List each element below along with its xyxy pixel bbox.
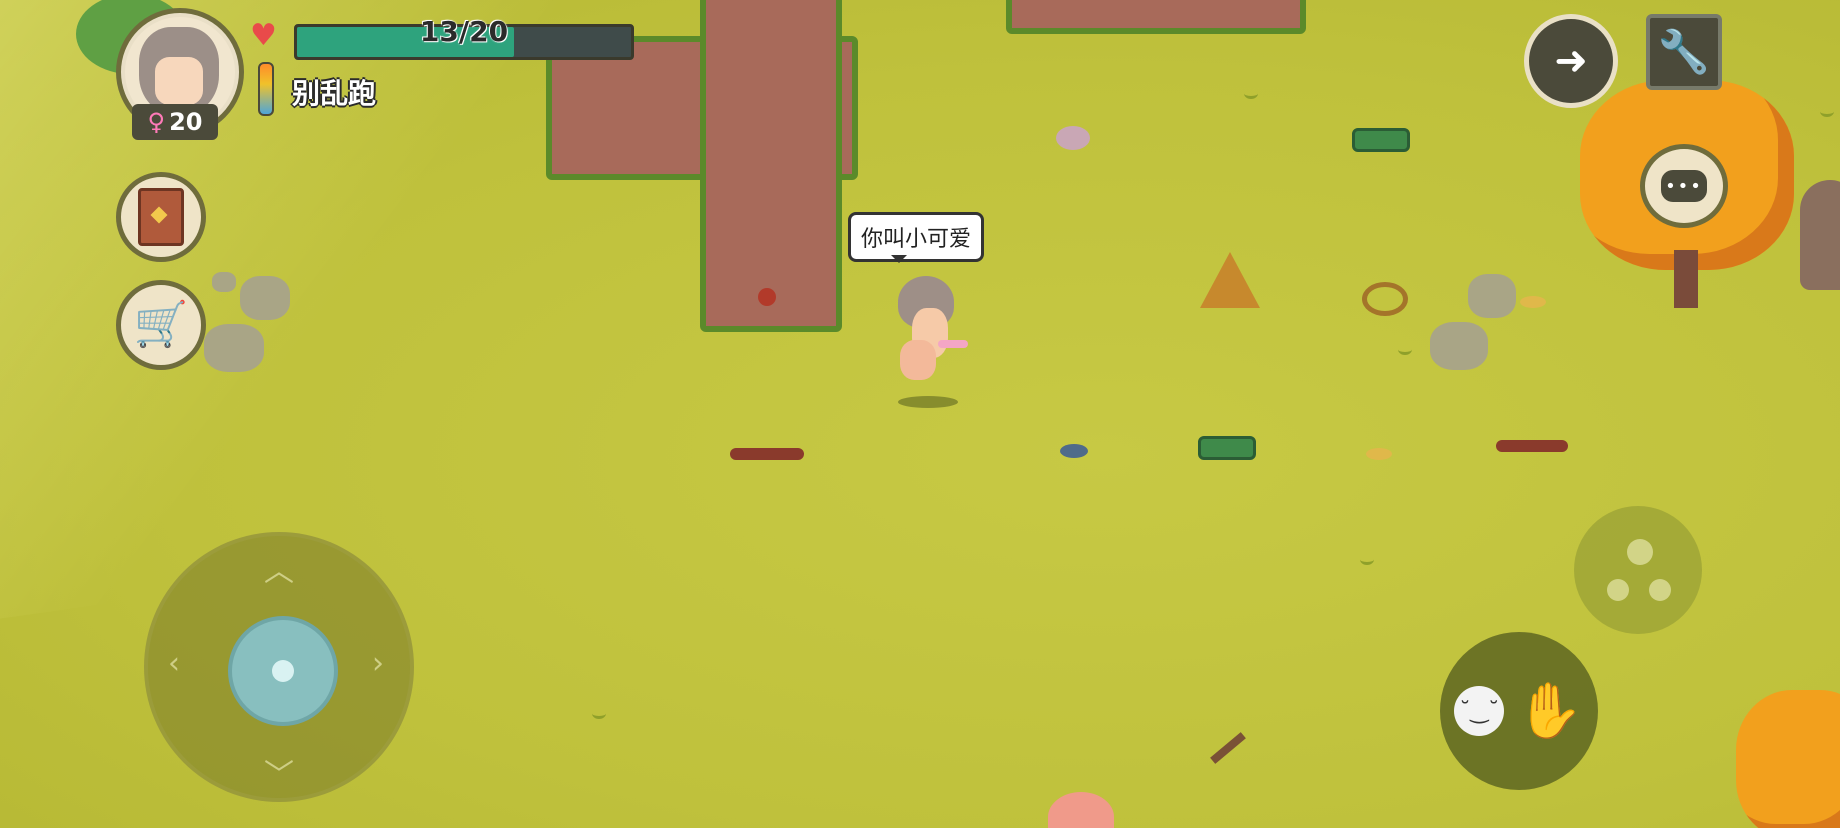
cart-icon: 🛒	[133, 299, 189, 350]
next-button[interactable]: ➜	[1524, 14, 1618, 108]
grass-tuft	[1244, 88, 1258, 99]
chat-button[interactable]: •••	[1640, 144, 1728, 228]
grass-tuft	[1360, 554, 1374, 565]
speech-bubble: 你叫小可爱	[848, 212, 985, 263]
health-bar: 13/20	[294, 15, 634, 60]
nut[interactable]	[1366, 448, 1392, 460]
dirt-path	[700, 0, 842, 332]
dirt-patch-top	[1006, 0, 1306, 34]
joystick-knob[interactable]	[228, 616, 338, 726]
skill-icon	[1603, 535, 1673, 605]
rock	[1468, 274, 1516, 318]
level-value: 20	[169, 108, 203, 136]
wrench-icon: 🔧	[1657, 27, 1711, 76]
virtual-joystick[interactable]: ︿ ﹀ ‹ ›	[144, 532, 414, 802]
joystick-down-arrow: ﹀	[264, 758, 294, 793]
portrait-face	[155, 57, 203, 105]
heart-icon: ♥	[250, 18, 277, 53]
shop-cart-button[interactable]: 🛒	[116, 280, 206, 370]
book-icon	[138, 188, 184, 246]
grass-tuft	[1820, 106, 1834, 117]
pink-sash	[938, 340, 968, 348]
thermometer-icon	[258, 62, 274, 116]
wood-branch[interactable]	[1496, 440, 1568, 452]
joystick-up-arrow: ︿	[264, 554, 294, 589]
autumn-tree[interactable]	[1736, 690, 1840, 828]
rock	[1430, 322, 1488, 370]
grass-tuft	[1398, 344, 1412, 355]
interact-button[interactable]: ˘‿˘ ✋	[1440, 632, 1598, 790]
wood-log[interactable]	[730, 448, 804, 460]
grass-bundle[interactable]	[1352, 128, 1410, 152]
rock	[204, 324, 264, 372]
rope-coil[interactable]	[1362, 282, 1408, 316]
hand-icon: ✋	[1516, 679, 1584, 742]
health-text: 13/20	[419, 15, 509, 48]
grass-tuft	[592, 708, 606, 719]
joystick-right-arrow: ›	[372, 646, 384, 681]
face-icon: ˘‿˘	[1454, 686, 1505, 736]
crafting-book-button[interactable]	[116, 172, 206, 262]
nut[interactable]	[1520, 296, 1546, 308]
tripod-campfire[interactable]	[1200, 252, 1260, 308]
rock	[240, 276, 290, 320]
baby-character	[900, 340, 936, 380]
settings-button[interactable]: 🔧	[1646, 14, 1722, 90]
joystick-left-arrow: ‹	[168, 646, 180, 681]
bone[interactable]	[1210, 732, 1246, 764]
npc-character[interactable]	[1048, 792, 1114, 828]
berry[interactable]	[758, 288, 776, 306]
flint-stone[interactable]	[1060, 444, 1088, 458]
chat-bubble-icon: •••	[1661, 170, 1707, 202]
character-shadow	[898, 396, 958, 408]
arrow-right-icon: ➜	[1554, 38, 1588, 84]
grass-bundle[interactable]	[1198, 436, 1256, 460]
status-text: 别乱跑	[292, 77, 377, 110]
skill-button[interactable]	[1574, 506, 1702, 634]
rock	[212, 272, 236, 292]
player-character[interactable]	[888, 270, 968, 410]
female-icon: ♀	[147, 108, 166, 136]
tree-trunk	[1674, 250, 1698, 308]
level-badge: ♀ 20	[132, 104, 218, 140]
shell[interactable]	[1056, 126, 1090, 150]
stone-furnace[interactable]	[1800, 180, 1840, 290]
